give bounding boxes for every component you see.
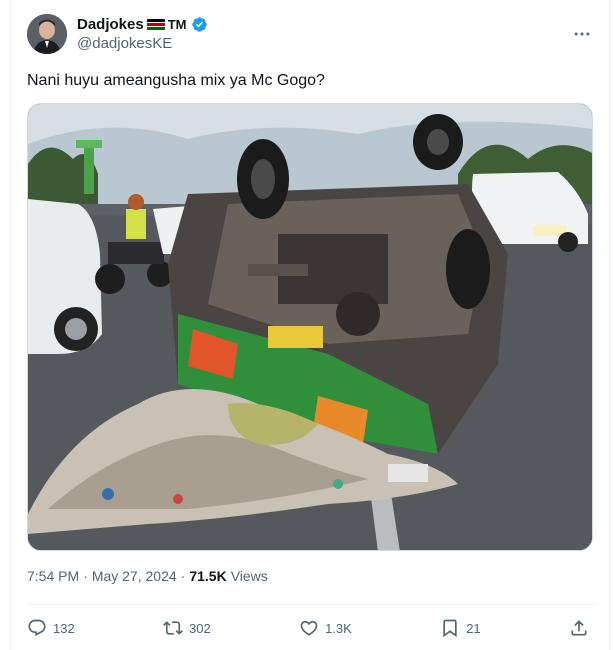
accident-photo [28, 104, 592, 550]
kenya-flag-icon [146, 19, 165, 30]
bookmark-count: 21 [466, 620, 481, 636]
name-row: Dadjokes TM [77, 15, 208, 34]
more-options-button[interactable] [567, 19, 597, 49]
divider [27, 604, 597, 605]
verified-badge-icon [192, 17, 208, 32]
reply-button[interactable]: 132 [27, 618, 75, 638]
like-icon [300, 620, 318, 636]
meta-separator: · [83, 568, 88, 584]
repost-count: 302 [189, 620, 211, 636]
share-button[interactable] [569, 618, 589, 638]
meta-separator: · [180, 568, 186, 584]
views-label: Views [230, 568, 268, 584]
tweet-text: Nani huyu ameangusha mix ya Mc Gogo? [27, 72, 325, 89]
views-count: 71.5K [189, 568, 227, 584]
tweet-meta: 7:54 PM · May 27, 2024 · 71.5K Views [27, 568, 268, 584]
trademark-suffix: TM [167, 17, 187, 32]
author-info: Dadjokes TM @dadjokesKE [77, 15, 208, 53]
tweet-image[interactable] [27, 103, 593, 551]
author-handle[interactable]: @dadjokesKE [77, 34, 208, 53]
like-button[interactable]: 1.3K [299, 618, 352, 638]
bookmark-icon [443, 619, 457, 638]
like-count: 1.3K [325, 620, 352, 636]
reply-count: 132 [53, 620, 75, 636]
tweet-card: Dadjokes TM @dadjokesKE Nani huyu ameang… [10, 0, 610, 650]
reply-icon [28, 619, 46, 637]
share-icon [571, 620, 587, 636]
action-bar: 132 302 1.3K 21 [27, 614, 589, 642]
tweet-header: Dadjokes TM @dadjokesKE [27, 12, 597, 56]
bookmark-button[interactable]: 21 [440, 618, 481, 638]
tweet-time[interactable]: 7:54 PM [27, 568, 79, 584]
repost-icon [163, 621, 183, 635]
more-icon [574, 32, 590, 36]
tweet-date[interactable]: May 27, 2024 [92, 568, 177, 584]
repost-button[interactable]: 302 [163, 618, 211, 638]
avatar[interactable] [27, 14, 67, 54]
display-name[interactable]: Dadjokes [77, 15, 144, 34]
